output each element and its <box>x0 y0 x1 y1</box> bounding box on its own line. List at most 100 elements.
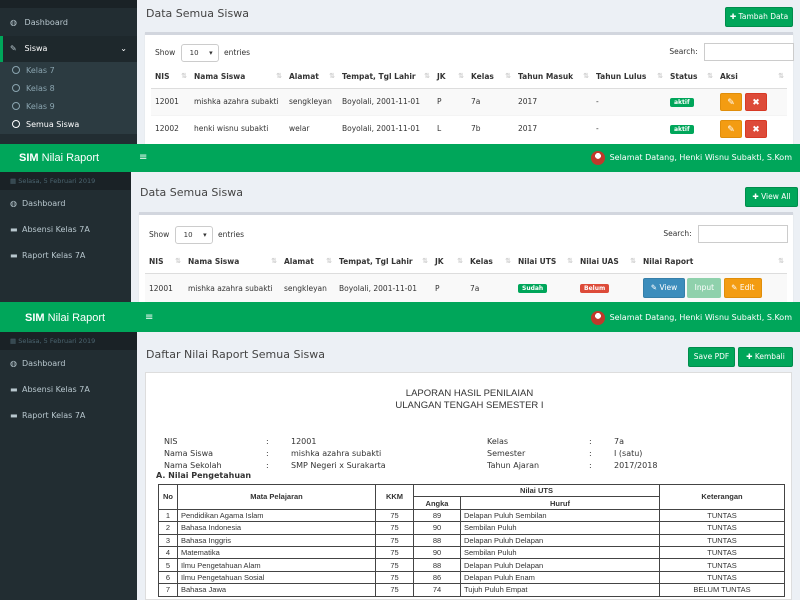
table-row: 6 Ilmu Pengetahuan Sosial 75 86 Delapan Pulu… <box>158 570 785 585</box>
brand-logo[interactable]: SIM Nilai Raport <box>25 304 105 332</box>
sidebar-item-raport[interactable]: ▬ Raport Kelas 7A <box>0 403 137 429</box>
col-nilai-uas[interactable]: Nilai UAS ⇅ <box>576 251 639 274</box>
col-nis[interactable]: NIS ⇅ <box>151 66 190 89</box>
pencil-icon: ✎ <box>731 283 738 293</box>
sidebar-subitem-semua-siswa[interactable]: Semua Siswa <box>0 116 137 134</box>
pencil-icon: ✎ <box>727 97 735 108</box>
col-status[interactable]: Status ⇅ <box>666 66 716 89</box>
col-ttl[interactable]: Tempat, Tgl Lahir ⇅ <box>338 66 433 89</box>
table-header: NIS ⇅ Nama Siswa ⇅ Alamat ⇅ Tempat, Tgl Lah… <box>145 251 787 274</box>
brand-logo[interactable]: SIM Nilai Raport <box>19 144 99 172</box>
sidebar-date: ▦ Selasa, 5 Februari 2019 <box>0 332 137 350</box>
table-row: 3 Bahasa Inggris 75 88 Delapan Puluh Delapan… <box>158 533 785 547</box>
col-kelas[interactable]: Kelas ⇅ <box>466 251 514 274</box>
sidebar-item-dashboard[interactable]: ◍ Dashboard <box>0 191 131 217</box>
add-data-button[interactable]: ✚ Tambah Data <box>725 7 793 27</box>
view-all-button[interactable]: ✚ View All <box>745 187 798 207</box>
page-title: Data Semua Siswa <box>146 7 249 20</box>
menu-toggle-icon[interactable]: ≡ <box>139 144 147 172</box>
screen-siswa: ◍ Dashboard ✎ Siswa ⌄ Kelas 7 Kelas 8 Ke… <box>0 0 800 144</box>
folder-icon: ▬ <box>10 411 18 420</box>
folder-icon: ▬ <box>10 251 18 260</box>
search-area: Search: <box>669 43 794 61</box>
col-tahun-lulus[interactable]: Tahun Lulus ⇅ <box>592 66 666 89</box>
search-input[interactable] <box>704 43 794 61</box>
col-nilai-uts[interactable]: Nilai UTS ⇅ <box>514 251 576 274</box>
col-nama[interactable]: Nama Siswa ⇅ <box>184 251 280 274</box>
table-row: 1 Pendidikan Agama Islam 75 89 Delapan Puluh… <box>158 508 785 523</box>
circle-icon <box>12 84 20 92</box>
entries-select[interactable]: 10 <box>174 226 213 244</box>
close-icon: ✖ <box>752 124 760 135</box>
screen-raport: SIM Nilai Raport ≡ Selamat Datang, Henki… <box>0 302 800 600</box>
edit-button[interactable]: ✎ <box>720 119 742 138</box>
sidebar-item-absensi[interactable]: ▬ Absensi Kelas 7A <box>0 377 137 403</box>
sidebar-item-siswa[interactable]: ✎ Siswa ⌄ <box>0 36 137 62</box>
entries-select[interactable]: 10 <box>180 44 219 62</box>
main-content: Data Semua Siswa ✚ View All Show 10 entr… <box>131 172 800 302</box>
report-document: LAPORAN HASIL PENILAIAN ULANGAN TENGAH S… <box>145 372 792 600</box>
delete-button[interactable]: ✖ <box>745 119 767 138</box>
back-button[interactable]: ✚ Kembali <box>738 347 793 367</box>
table-row: 2 Bahasa Indonesia 75 90 Sembilan Puluh TUNTA… <box>158 521 785 535</box>
students-table: NIS ⇅ Nama Siswa ⇅ Alamat ⇅ Tempat, Tgl Lah… <box>151 66 787 142</box>
report-title: LAPORAN HASIL PENILAIAN <box>405 388 534 399</box>
avatar <box>590 310 605 325</box>
table-row: 12002 henki wisnu subakti welar Boyolali… <box>151 114 787 142</box>
grades-box: Show 10 entries Search: NIS⇅ Nama Siswa⇅… <box>139 212 793 302</box>
main-content: Data Semua Siswa ✚ Tambah Data Show 10 e… <box>137 0 800 144</box>
sidebar-item-dashboard[interactable]: ◍ Dashboard <box>0 351 137 377</box>
sidebar-subitem-kelas-7[interactable]: Kelas 7 <box>0 62 137 80</box>
show-entries: Show 10 entries <box>155 44 250 62</box>
col-nis[interactable]: NIS ⇅ <box>145 251 184 274</box>
sidebar-item-dashboard[interactable]: ◍ Dashboard <box>0 10 137 36</box>
dashboard-icon: ◍ <box>10 359 17 368</box>
col-jk[interactable]: JK ⇅ <box>433 66 467 89</box>
plus-icon: ✚ <box>746 352 753 361</box>
table-row: 12001 mishka azahra subakti sengkleyan B… <box>145 272 787 302</box>
page-title: Data Semua Siswa <box>140 186 243 199</box>
col-nama[interactable]: Nama Siswa ⇅ <box>190 66 285 89</box>
user-menu[interactable]: Selamat Datang, Henki Wisnu Subakti, S.K… <box>590 304 792 332</box>
main-content: Daftar Nilai Raport Semua Siswa Save PDF… <box>137 332 800 600</box>
edit-button[interactable]: ✎ <box>720 92 742 111</box>
circle-icon <box>12 66 20 74</box>
table-row: 4 Matematika 75 90 Sembilan Puluh TUNTAS <box>158 545 785 560</box>
plus-icon: ✚ <box>752 192 759 201</box>
section-heading: A. Nilai Pengetahuan <box>156 471 252 480</box>
search-area: Search: <box>663 225 788 243</box>
table-row: 12001 mishka azahra subakti sengkleyan B… <box>151 87 787 115</box>
col-jk[interactable]: JK ⇅ <box>431 251 466 274</box>
col-kelas[interactable]: Kelas ⇅ <box>467 66 514 89</box>
col-tahun-masuk[interactable]: Tahun Masuk ⇅ <box>514 66 592 89</box>
status-badge: aktif <box>670 124 694 134</box>
calendar-icon: ▦ <box>10 177 17 185</box>
input-button[interactable]: Input <box>687 278 722 299</box>
dashboard-icon: ◍ <box>10 199 17 208</box>
sidebar-item-raport[interactable]: ▬ Raport Kelas 7A <box>0 243 131 269</box>
close-icon: ✖ <box>752 97 760 108</box>
col-nilai-raport[interactable]: Nilai Raport ⇅ <box>639 251 787 274</box>
save-pdf-button[interactable]: Save PDF <box>688 347 735 367</box>
delete-button[interactable]: ✖ <box>745 92 767 111</box>
report-subtitle: ULANGAN TENGAH SEMESTER I <box>395 400 544 411</box>
search-input[interactable] <box>698 225 788 243</box>
pencil-icon: ✎ <box>727 124 735 135</box>
sidebar-subitem-kelas-8[interactable]: Kelas 8 <box>0 80 137 98</box>
col-alamat[interactable]: Alamat ⇅ <box>285 66 338 89</box>
sidebar-item-absensi[interactable]: ▬ Absensi Kelas 7A <box>0 217 131 243</box>
sidebar: ▦ Selasa, 5 Februari 2019 ◍ Dashboard ▬ Ab… <box>0 172 131 302</box>
menu-toggle-icon[interactable]: ≡ <box>145 304 153 332</box>
col-ttl[interactable]: Tempat, Tgl Lahir ⇅ <box>335 251 431 274</box>
edit-button[interactable]: ✎ Edit <box>723 278 762 299</box>
dashboard-icon: ◍ <box>10 18 17 27</box>
uts-status-badge: Sudah <box>518 284 548 294</box>
col-aksi[interactable]: Aksi ⇅ <box>716 66 787 89</box>
col-alamat[interactable]: Alamat ⇅ <box>280 251 335 274</box>
view-button[interactable]: ✎ View <box>643 278 685 299</box>
edit-icon: ✎ <box>10 44 17 53</box>
user-menu[interactable]: Selamat Datang, Henki Wisnu Subakti, S.K… <box>590 144 792 172</box>
circle-icon <box>12 120 20 128</box>
sidebar-subitem-kelas-9[interactable]: Kelas 9 <box>0 98 137 116</box>
pencil-icon: ✎ <box>650 283 658 293</box>
